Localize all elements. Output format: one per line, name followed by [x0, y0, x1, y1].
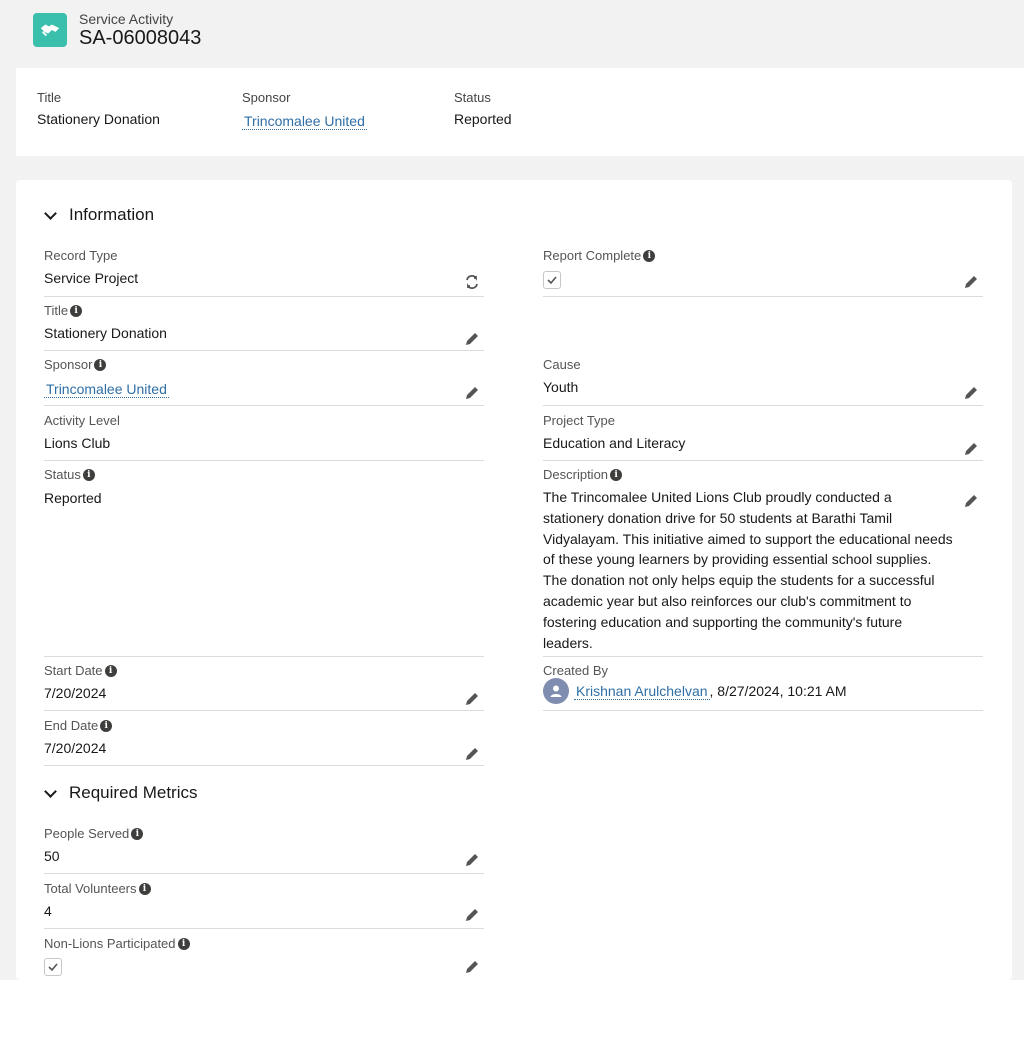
highlight-value: Reported: [454, 111, 512, 127]
record-header: Service Activity SA-06008043: [0, 0, 1024, 68]
edit-pencil-icon[interactable]: [963, 493, 979, 509]
section-information-header[interactable]: Information: [42, 205, 154, 225]
field-value: Youth: [543, 379, 579, 395]
field-value: Stationery Donation: [44, 325, 167, 341]
field-label: Status: [44, 467, 81, 482]
chevron-down-icon: [44, 206, 57, 220]
checkmark-icon: [547, 276, 557, 285]
edit-pencil-icon[interactable]: [464, 907, 480, 923]
info-icon[interactable]: i: [138, 882, 151, 895]
info-icon[interactable]: i: [104, 664, 117, 677]
field-value: 4: [44, 903, 52, 919]
highlight-title: Title Stationery Donation: [37, 90, 160, 127]
edit-pencil-icon[interactable]: [464, 385, 480, 401]
field-created-by: Created By Krishnan Arulchelvan , 8/27/2…: [543, 663, 983, 711]
page-footer-area: [0, 980, 1024, 1064]
field-label: Title: [44, 303, 69, 318]
field-non-lions-participated: Non-Lions Participated i: [44, 936, 484, 980]
info-icon[interactable]: i: [610, 468, 623, 481]
section-required-metrics-header[interactable]: Required Metrics: [42, 783, 198, 803]
edit-pencil-icon[interactable]: [464, 691, 480, 707]
highlight-sponsor: Sponsor Trincomalee United: [242, 90, 367, 130]
field-description: Description i The Trincomalee United Lion…: [543, 467, 983, 657]
sponsor-link[interactable]: Trincomalee United: [44, 381, 169, 398]
field-label: Non-Lions Participated: [44, 936, 176, 951]
field-label: Total Volunteers: [44, 881, 137, 896]
object-type-label: Service Activity: [79, 11, 174, 27]
field-label: Cause: [543, 357, 581, 372]
record-name: SA-06008043: [79, 27, 202, 49]
highlight-label: Sponsor: [242, 90, 291, 105]
created-timestamp: , 8/27/2024, 10:21 AM: [709, 683, 847, 699]
edit-pencil-icon[interactable]: [464, 852, 480, 868]
avatar: [543, 678, 569, 704]
checkmark-icon: [48, 963, 58, 972]
info-icon[interactable]: i: [131, 827, 144, 840]
field-label: Sponsor: [44, 357, 93, 372]
field-start-date: Start Date i 7/20/2024: [44, 663, 484, 711]
info-icon[interactable]: i: [94, 358, 107, 371]
field-value: 7/20/2024: [44, 740, 107, 756]
info-icon[interactable]: i: [100, 719, 113, 732]
field-people-served: People Served i 50: [44, 826, 484, 874]
edit-pencil-icon[interactable]: [464, 746, 480, 762]
highlights-panel: Title Stationery Donation Sponsor Trinco…: [16, 68, 1024, 156]
report-complete-checkbox[interactable]: [543, 271, 561, 289]
edit-pencil-icon[interactable]: [963, 385, 979, 401]
edit-pencil-icon[interactable]: [464, 331, 480, 347]
non-lions-checkbox[interactable]: [44, 958, 62, 976]
field-end-date: End Date i 7/20/2024: [44, 718, 484, 766]
field-label: Start Date: [44, 663, 103, 678]
edit-pencil-icon[interactable]: [963, 441, 979, 457]
chevron-down-icon: [44, 784, 57, 798]
field-title: Title i Stationery Donation: [44, 303, 484, 351]
user-icon: [550, 685, 562, 697]
created-by-user-link[interactable]: Krishnan Arulchelvan: [574, 683, 710, 700]
field-label: Project Type: [543, 413, 616, 428]
field-value: Lions Club: [44, 435, 111, 451]
field-label: People Served: [44, 826, 130, 841]
field-report-complete: Report Complete i: [543, 248, 983, 297]
field-sponsor: Sponsor i Trincomalee United: [44, 357, 484, 406]
info-icon[interactable]: i: [177, 937, 190, 950]
highlight-label: Status: [454, 90, 491, 105]
change-record-type-icon[interactable]: [464, 274, 480, 290]
field-status: Status i Reported: [44, 467, 484, 657]
info-icon[interactable]: i: [643, 249, 656, 262]
field-activity-level: Activity Level Lions Club: [44, 413, 484, 461]
field-label: Description: [543, 467, 609, 482]
detail-card: Information Record Type Service Project …: [16, 180, 1012, 980]
field-label: Activity Level: [44, 413, 120, 428]
field-label: Created By: [543, 663, 609, 678]
field-label: Report Complete: [543, 248, 642, 263]
field-total-volunteers: Total Volunteers i 4: [44, 881, 484, 929]
info-icon[interactable]: i: [82, 468, 95, 481]
highlight-value: Stationery Donation: [37, 111, 160, 127]
edit-pencil-icon[interactable]: [963, 274, 979, 290]
field-label: End Date: [44, 718, 99, 733]
highlight-status: Status Reported: [454, 90, 512, 127]
field-project-type: Project Type Education and Literacy: [543, 413, 983, 461]
section-title: Information: [69, 205, 155, 224]
edit-pencil-icon[interactable]: [464, 959, 480, 975]
field-value: Service Project: [44, 270, 139, 286]
field-value: Education and Literacy: [543, 435, 686, 451]
section-title: Required Metrics: [69, 783, 198, 802]
field-value: 7/20/2024: [44, 685, 107, 701]
field-cause: Cause Youth: [543, 357, 983, 406]
highlight-label: Title: [37, 90, 62, 105]
field-value: 50: [44, 848, 60, 864]
field-label: Record Type: [44, 248, 118, 263]
description-text: The Trincomalee United Lions Club proudl…: [543, 489, 953, 651]
handshake-icon: [33, 13, 67, 47]
sponsor-link[interactable]: Trincomalee United: [242, 113, 367, 130]
field-record-type: Record Type Service Project: [44, 248, 484, 297]
field-value: Reported: [44, 490, 102, 506]
info-icon[interactable]: i: [70, 304, 83, 317]
